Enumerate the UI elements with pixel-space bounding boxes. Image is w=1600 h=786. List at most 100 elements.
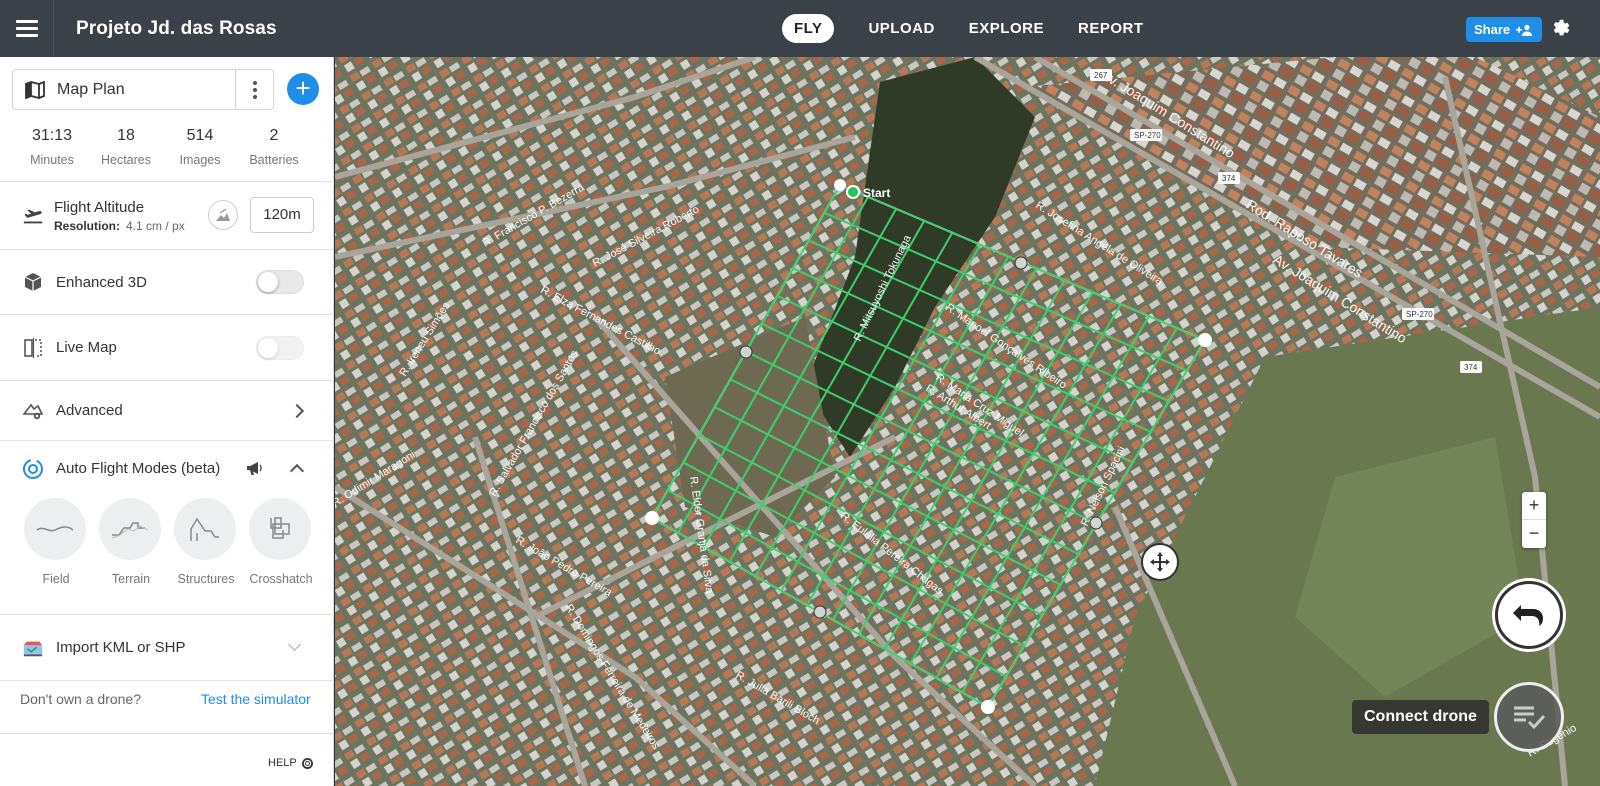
tab-report[interactable]: REPORT (1078, 20, 1144, 37)
structures-icon (190, 517, 219, 541)
resolution-value: 4.1 cm / px (126, 218, 185, 233)
cube-icon (24, 273, 42, 291)
enhanced-3d-label: Enhanced 3D (56, 273, 147, 291)
mode-label: Field (42, 572, 70, 586)
mode-terrain[interactable]: Terrain (99, 498, 163, 586)
stat-value: 18 (117, 127, 135, 144)
road-badge: SP-270 (1130, 129, 1162, 141)
start-marker[interactable] (846, 185, 860, 199)
enhanced-3d-toggle[interactable] (256, 270, 304, 294)
plan-options-button[interactable] (235, 70, 273, 109)
menu-button[interactable] (0, 0, 54, 57)
plan-name: Map Plan (57, 80, 125, 98)
live-map-icon (24, 337, 42, 358)
share-button[interactable]: Share (1466, 17, 1543, 42)
checklist-icon (1514, 706, 1546, 730)
undo-button[interactable] (1495, 581, 1563, 649)
enhanced-3d-row: Enhanced 3D (0, 249, 334, 314)
live-map-label: Live Map (56, 339, 117, 356)
road-badge: 267 (1090, 69, 1112, 81)
tab-explore[interactable]: EXPLORE (969, 20, 1044, 37)
stat-images: 514 Images (163, 127, 237, 177)
field-icon (36, 526, 74, 532)
road-badge: SP-270 (1402, 308, 1434, 320)
gear-icon[interactable] (1550, 17, 1572, 39)
mode-field[interactable]: Field (24, 498, 88, 586)
simulator-link[interactable]: Test the simulator (201, 691, 311, 707)
map-icon (25, 80, 45, 99)
megaphone-icon[interactable] (246, 460, 264, 476)
hamburger-icon (15, 18, 38, 39)
vertex-handle[interactable] (645, 511, 659, 525)
stat-batteries: 2 Batteries (237, 127, 311, 177)
flight-modes: Field Terrain Structures Crosshatch (24, 498, 313, 586)
svg-text:SP-270: SP-270 (1406, 310, 1433, 319)
midpoint-handle[interactable] (739, 345, 753, 359)
stat-hectares: 18 Hectares (89, 127, 163, 177)
tab-upload[interactable]: UPLOAD (868, 20, 934, 37)
stat-value: 2 (269, 127, 279, 144)
import-label: Import KML or SHP (56, 639, 186, 656)
no-drone-text: Don't own a drone? (20, 691, 141, 707)
map-view[interactable]: Start R. Mitsuyoshi Tokunaga Av. Joaquim… (335, 57, 1600, 786)
stat-label: Batteries (249, 153, 299, 167)
project-title: Projeto Jd. das Rosas (76, 17, 277, 39)
zoom-in-button[interactable]: + (1522, 492, 1546, 520)
plan-stats: 31:13 Minutes 18 Hectares 514 Images 2 B… (0, 127, 334, 177)
divider (0, 733, 334, 734)
mode-label: Terrain (111, 572, 151, 586)
import-row[interactable]: Import KML or SHP (0, 614, 334, 680)
crosshatch-icon (270, 517, 290, 539)
vertex-handle[interactable] (834, 179, 846, 191)
midpoint-handle[interactable] (813, 605, 827, 619)
altitude-title: Flight Altitude (54, 198, 145, 216)
help-button[interactable]: HELP (268, 757, 313, 769)
move-arrows-icon (1150, 552, 1170, 572)
zoom-control: + − (1522, 492, 1546, 548)
advanced-row[interactable]: Advanced (0, 380, 334, 440)
mode-label: Crosshatch (249, 572, 313, 586)
stat-value: 514 (186, 127, 214, 144)
mode-label: Structures (177, 572, 235, 586)
terrain-icon (111, 522, 149, 539)
connect-drone-button[interactable] (1494, 682, 1564, 752)
road-badge: 374 (1218, 172, 1240, 184)
stat-minutes: 31:13 Minutes (15, 127, 89, 177)
mode-structures[interactable]: Structures (174, 498, 238, 586)
live-map-row: Live Map (0, 314, 334, 380)
road-badge: 374 (1460, 361, 1482, 373)
zoom-out-button[interactable]: − (1522, 520, 1546, 548)
svg-text:SP-270: SP-270 (1134, 131, 1161, 140)
add-plan-button[interactable]: + (287, 73, 319, 105)
live-map-toggle[interactable] (256, 336, 304, 360)
takeoff-icon (23, 209, 43, 223)
altitude-section: Flight Altitude Resolution: 4.1 cm / px 1… (0, 181, 334, 249)
auto-flight-icon (23, 458, 43, 479)
top-bar: Projeto Jd. das Rosas FLY UPLOAD EXPLORE… (0, 0, 1600, 57)
undo-icon (1513, 605, 1543, 626)
advanced-settings-icon (22, 403, 44, 419)
vertex-handle[interactable] (1198, 333, 1212, 347)
advanced-label: Advanced (56, 402, 123, 419)
svg-text:374: 374 (1464, 363, 1478, 372)
resolution-line: Resolution: 4.1 cm / px (54, 219, 185, 233)
altitude-input[interactable]: 120m (250, 197, 314, 233)
connect-drone-label: Connect drone (1352, 700, 1489, 734)
share-label: Share (1474, 22, 1511, 37)
stat-label: Hectares (100, 153, 152, 167)
stat-label: Images (179, 153, 221, 167)
vertex-handle[interactable] (981, 700, 995, 714)
svg-text:374: 374 (1222, 174, 1236, 183)
terrain-follow-button[interactable] (208, 200, 238, 230)
add-people-icon (1516, 24, 1533, 36)
svg-text:267: 267 (1094, 71, 1108, 80)
auto-flight-label: Auto Flight Modes (beta) (56, 460, 221, 477)
move-polygon-button[interactable] (1141, 543, 1179, 581)
mode-crosshatch[interactable]: Crosshatch (249, 498, 313, 586)
tab-fly[interactable]: FLY (782, 14, 835, 43)
midpoint-handle[interactable] (1014, 256, 1028, 270)
main-nav: FLY UPLOAD EXPLORE REPORT (782, 0, 1144, 57)
sidebar: Map Plan + 31:13 Minutes 18 Hectares 514… (0, 57, 334, 786)
plan-selector[interactable]: Map Plan (12, 69, 274, 110)
satellite-map[interactable]: Start R. Mitsuyoshi Tokunaga Av. Joaquim… (335, 57, 1600, 786)
